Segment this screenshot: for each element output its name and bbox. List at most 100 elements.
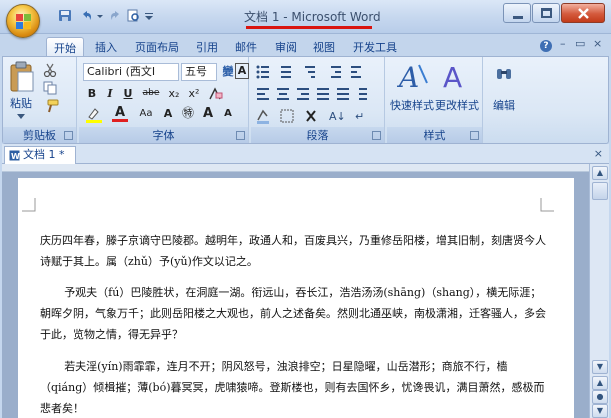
- superscript-button[interactable]: x²: [185, 85, 203, 103]
- paste-label[interactable]: 粘贴: [7, 95, 35, 111]
- tab-mailings[interactable]: 邮件: [228, 37, 264, 56]
- find-binoculars-icon[interactable]: [495, 65, 513, 83]
- paragraph-1[interactable]: 庆历四年春，滕子京谪守巴陵郡。越明年，政通人和，百废具兴，乃重修岳阳楼，增其旧制…: [40, 230, 550, 272]
- quick-styles-icon[interactable]: A: [397, 61, 431, 91]
- svg-text:A↓: A↓: [329, 110, 346, 123]
- italic-button[interactable]: I: [101, 85, 119, 103]
- subscript-button[interactable]: x₂: [165, 85, 183, 103]
- scroll-thumb[interactable]: [592, 182, 608, 200]
- document-tab[interactable]: W 文档 1 *: [4, 146, 76, 164]
- shading-border-buttons-icon[interactable]: A↓ ↵: [255, 107, 383, 125]
- title-red-underline: [246, 26, 372, 29]
- clear-formatting-icon[interactable]: [207, 87, 223, 101]
- svg-text:↵: ↵: [355, 110, 364, 123]
- save-icon[interactable]: [58, 9, 72, 22]
- font-color-button[interactable]: A: [111, 105, 129, 123]
- previous-page-icon[interactable]: ▲: [592, 376, 608, 390]
- ribbon-minimize-icon[interactable]: –: [560, 37, 566, 50]
- paragraph-launcher-icon[interactable]: [372, 131, 381, 140]
- character-shading-button[interactable]: A: [159, 105, 177, 123]
- minimize-button[interactable]: [503, 3, 531, 23]
- enclose-characters-button[interactable]: ㊕: [179, 105, 197, 123]
- font-size-box[interactable]: 五号: [181, 63, 217, 81]
- highlight-icon[interactable]: [85, 107, 103, 123]
- ribbon-restore-icon[interactable]: ▭: [575, 37, 585, 50]
- tab-references[interactable]: 引用: [189, 37, 225, 56]
- paragraph-group-label: 段落: [251, 127, 384, 143]
- editing-group: 编辑: [485, 57, 523, 143]
- help-icon[interactable]: ?: [540, 40, 552, 52]
- strikethrough-button[interactable]: abe: [139, 85, 163, 103]
- print-preview-icon[interactable]: [126, 9, 140, 22]
- paragraph-3[interactable]: 若夫淫(yín)雨霏霏，连月不开；阴风怒号，浊浪排空；日星隐曜，山岳潜形；商旅不…: [40, 356, 550, 418]
- editing-label[interactable]: 编辑: [487, 97, 521, 113]
- ribbon-close-icon[interactable]: ×: [593, 37, 602, 50]
- tab-developer[interactable]: 开发工具: [346, 37, 404, 56]
- horizontal-ruler[interactable]: [2, 164, 589, 172]
- change-styles-icon[interactable]: A: [439, 61, 473, 91]
- scroll-down-icon[interactable]: ▼: [592, 360, 608, 374]
- document-tab-label: 文档 1 *: [23, 148, 65, 161]
- tab-insert[interactable]: 插入: [88, 37, 124, 56]
- font-group-label: 字体: [79, 127, 248, 143]
- window-title: 文档 1 - Microsoft Word: [244, 10, 381, 24]
- document-tab-strip: W 文档 1 * ×: [2, 144, 609, 164]
- next-page-icon[interactable]: ▼: [592, 404, 608, 418]
- change-styles-label[interactable]: 更改样式: [433, 97, 481, 113]
- grow-font-button[interactable]: A: [199, 105, 217, 123]
- bold-button[interactable]: B: [83, 85, 101, 103]
- paragraph-group: A↓ ↵ 段落: [251, 57, 385, 143]
- ribbon-tab-row: 开始 插入 页面布局 引用 邮件 审阅 视图 开发工具 ? – ▭ ×: [0, 34, 611, 56]
- svg-text:W: W: [11, 152, 20, 161]
- underline-button[interactable]: U: [119, 85, 137, 103]
- paste-icon[interactable]: [9, 61, 35, 93]
- title-bar: 文档 1 - Microsoft Word: [0, 0, 611, 38]
- word-document-icon: W: [9, 150, 20, 161]
- quick-styles-label[interactable]: 快速样式: [389, 97, 435, 113]
- office-logo-icon: [16, 14, 31, 29]
- clipboard-group: 粘贴 剪贴板: [3, 57, 77, 143]
- tab-view[interactable]: 视图: [306, 37, 342, 56]
- font-launcher-icon[interactable]: [236, 131, 245, 140]
- tab-home[interactable]: 开始: [46, 37, 84, 56]
- paragraph-2[interactable]: 予观夫（fú）巴陵胜状，在洞庭一湖。衔远山，吞长江，浩浩汤汤(shāng)（sh…: [40, 282, 550, 345]
- alignment-buttons-icon[interactable]: [255, 85, 383, 103]
- undo-icon[interactable]: [80, 9, 94, 22]
- tab-page-layout[interactable]: 页面布局: [128, 37, 186, 56]
- font-color-glyph: A: [115, 105, 126, 120]
- character-border-button[interactable]: A: [235, 63, 249, 79]
- shrink-font-button[interactable]: A: [219, 105, 237, 123]
- close-button[interactable]: [561, 3, 605, 23]
- document-workspace: 庆历四年春，滕子京谪守巴陵郡。越明年，政通人和，百废具兴，乃重修岳阳楼，增其旧制…: [2, 172, 589, 418]
- tab-review[interactable]: 审阅: [268, 37, 304, 56]
- office-button[interactable]: [6, 4, 40, 38]
- margin-corner-mark-right: [540, 198, 554, 212]
- minimize-icon: [513, 16, 523, 19]
- margin-corner-mark-left: [22, 198, 36, 212]
- styles-group-label: 样式: [387, 127, 482, 143]
- redo-icon[interactable]: [108, 9, 122, 22]
- maximize-button[interactable]: [532, 3, 560, 23]
- browse-object-icon[interactable]: ●: [592, 390, 608, 404]
- document-page[interactable]: 庆历四年春，滕子京谪守巴陵郡。越明年，政通人和，百废具兴，乃重修岳阳楼，增其旧制…: [18, 178, 574, 418]
- copy-icon[interactable]: [43, 81, 57, 95]
- ribbon: 粘贴 剪贴板 Calibri (西文I 五号 變 A B I U abe x₂ …: [2, 56, 609, 144]
- format-painter-icon[interactable]: [43, 99, 59, 113]
- paste-dropdown-icon[interactable]: [17, 110, 25, 119]
- document-close-icon[interactable]: ×: [594, 147, 603, 160]
- cut-icon[interactable]: [43, 63, 57, 77]
- list-buttons-icon[interactable]: [255, 63, 383, 81]
- change-case-button[interactable]: Aa: [135, 105, 157, 123]
- clipboard-launcher-icon[interactable]: [64, 131, 73, 140]
- styles-launcher-icon[interactable]: [470, 131, 479, 140]
- undo-dropdown-icon[interactable]: [96, 9, 104, 22]
- font-name-box[interactable]: Calibri (西文I: [83, 63, 179, 81]
- customize-qat-icon[interactable]: [144, 9, 154, 22]
- svg-text:A: A: [443, 61, 462, 91]
- maximize-icon: [541, 8, 552, 18]
- close-icon: [578, 8, 589, 19]
- font-color-swatch: [112, 119, 128, 122]
- svg-text:A: A: [397, 61, 419, 91]
- scroll-up-icon[interactable]: ▲: [592, 166, 608, 180]
- vertical-scrollbar[interactable]: ▲ ▼ ▲ ● ▼: [589, 164, 609, 418]
